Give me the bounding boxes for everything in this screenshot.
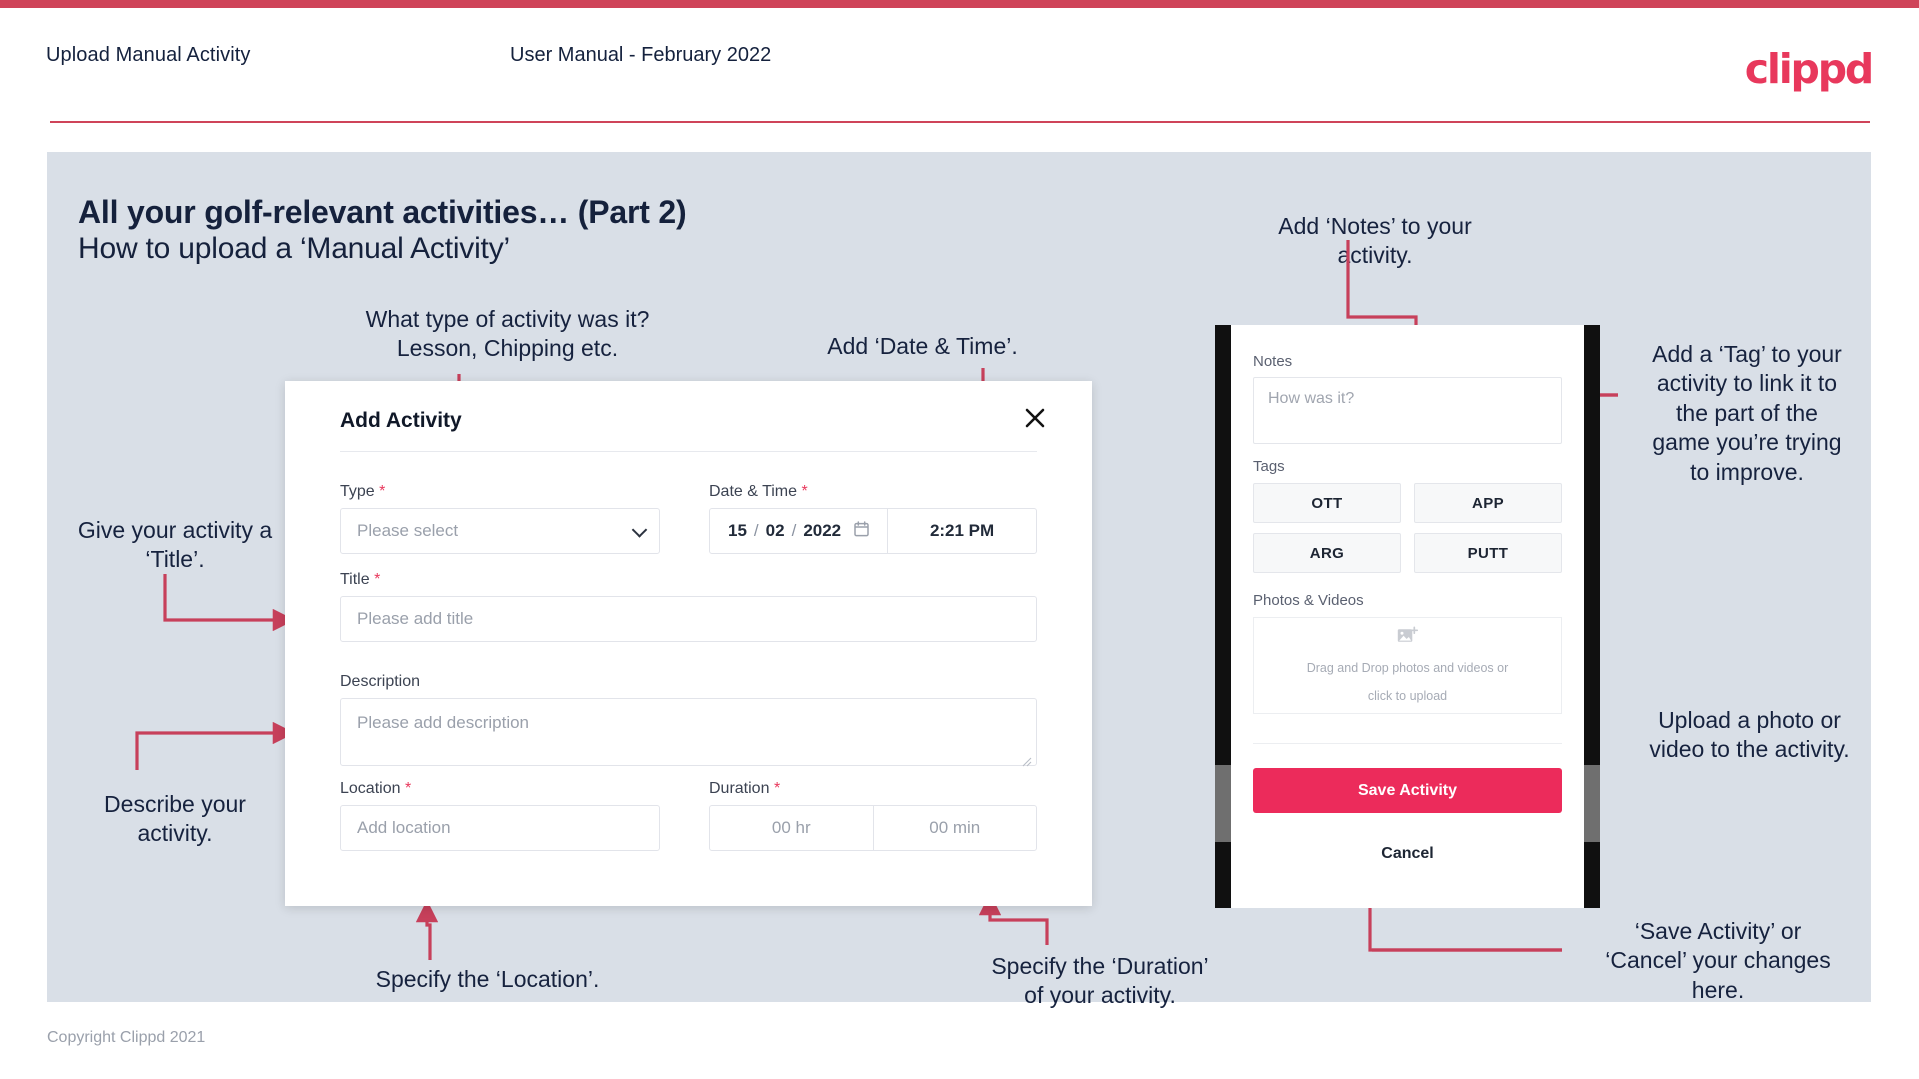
type-label-text: Type	[340, 483, 375, 500]
annotation-title: Give your activity a ‘Title’.	[77, 517, 273, 573]
location-required-mark: *	[404, 780, 412, 797]
top-accent-stripe	[0, 0, 1919, 8]
description-label: Description	[340, 673, 420, 691]
tag-button-arg[interactable]: ARG	[1253, 533, 1401, 573]
tags-label: Tags	[1253, 458, 1285, 475]
phone-screen: Notes How was it? Tags OTT APP ARG PUTT …	[1231, 325, 1584, 908]
chevron-down-icon	[631, 522, 648, 538]
title-input-placeholder: Please add title	[357, 609, 474, 628]
annotation-notes: Add ‘Notes’ to your activity.	[1278, 213, 1472, 269]
datetime-label-text: Date & Time	[709, 483, 798, 500]
date-input[interactable]: 15 / 02 / 2022	[710, 509, 887, 553]
phone-mockup: Notes How was it? Tags OTT APP ARG PUTT …	[1215, 325, 1600, 908]
annotation-tags: Add a ‘Tag’ to your activity to link it …	[1652, 341, 1842, 485]
tag-button-ott[interactable]: OTT	[1253, 483, 1401, 523]
duration-field[interactable]: 00 hr 00 min	[709, 805, 1037, 851]
location-input[interactable]: Add location	[340, 805, 660, 851]
close-icon[interactable]	[1018, 401, 1052, 435]
datetime-label: Date & Time *	[709, 483, 808, 501]
annotation-datetime: Add ‘Date & Time’.	[827, 333, 1018, 359]
resize-handle-icon[interactable]	[1022, 752, 1032, 767]
phone-side-bar-right	[1584, 765, 1600, 842]
date-month: 02	[765, 521, 785, 540]
header-title: Upload Manual Activity	[46, 44, 251, 66]
phone-divider	[1253, 743, 1562, 744]
type-label: Type *	[340, 483, 385, 501]
datetime-required-mark: *	[801, 483, 808, 500]
photos-label: Photos & Videos	[1253, 592, 1364, 609]
title-required-mark: *	[374, 571, 381, 588]
type-required-mark: *	[379, 483, 386, 500]
dropzone-text-line2: click to upload	[1367, 688, 1448, 703]
datetime-field[interactable]: 15 / 02 / 2022 2:21 PM	[709, 508, 1037, 554]
annotation-photos: Upload a photo or video to the activity.	[1649, 707, 1850, 763]
header-divider	[50, 121, 1870, 123]
annotation-type: What type of activity was it? Lesson, Ch…	[365, 306, 650, 362]
annotation-description: Describe your activity.	[104, 791, 246, 847]
page-title: All your golf-relevant activities… (Part…	[78, 194, 687, 230]
duration-label-text: Duration	[709, 780, 770, 797]
tag-button-app[interactable]: APP	[1414, 483, 1562, 523]
date-sep-2: /	[791, 521, 797, 540]
location-input-placeholder: Add location	[357, 818, 451, 837]
page-subtitle: How to upload a ‘Manual Activity’	[78, 232, 510, 265]
slide-page: Upload Manual Activity User Manual - Feb…	[0, 0, 1919, 1079]
duration-minutes-input[interactable]: 00 min	[872, 806, 1037, 850]
title-label: Title *	[340, 571, 380, 589]
description-label-text: Description	[340, 673, 421, 690]
duration-hours-input[interactable]: 00 hr	[710, 806, 873, 850]
annotation-duration: Specify the ‘Duration’ of your activity.	[991, 953, 1209, 1009]
duration-label: Duration *	[709, 780, 780, 798]
save-activity-button[interactable]: Save Activity	[1253, 768, 1562, 813]
tag-button-putt[interactable]: PUTT	[1414, 533, 1562, 573]
type-select-value: Please select	[357, 521, 459, 540]
description-placeholder: Please add description	[357, 713, 530, 732]
date-day: 15	[728, 521, 747, 540]
clippd-logo: clippd	[1744, 45, 1874, 93]
cancel-button[interactable]: Cancel	[1253, 845, 1562, 863]
annotation-location: Specify the ‘Location’.	[375, 966, 600, 992]
dialog-title: Add Activity	[340, 409, 462, 432]
location-label-text: Location	[340, 780, 401, 797]
title-label-text: Title	[340, 571, 370, 588]
notes-input[interactable]: How was it?	[1253, 377, 1562, 444]
duration-required-mark: *	[773, 780, 781, 797]
date-year: 2022	[803, 521, 842, 540]
phone-side-bar-left	[1215, 765, 1231, 842]
location-label: Location *	[340, 780, 411, 798]
annotation-save: ‘Save Activity’ or ‘Cancel’ your changes…	[1605, 918, 1831, 1003]
dropzone-text-line1: Drag and Drop photos and videos or	[1306, 661, 1509, 676]
notes-label: Notes	[1253, 353, 1293, 370]
notes-placeholder: How was it?	[1268, 390, 1355, 407]
dialog-divider	[340, 451, 1037, 452]
header-subtitle: User Manual - February 2022	[510, 44, 772, 66]
calendar-icon[interactable]	[854, 520, 869, 542]
add-image-icon	[1397, 626, 1419, 650]
description-textarea[interactable]: Please add description	[340, 698, 1037, 767]
title-input[interactable]: Please add title	[340, 596, 1037, 642]
copyright-text: Copyright Clippd 2021	[47, 1029, 206, 1046]
photo-dropzone[interactable]: Drag and Drop photos and videos or click…	[1253, 617, 1562, 714]
date-sep-1: /	[753, 521, 759, 540]
type-select[interactable]: Please select	[340, 508, 660, 554]
time-input[interactable]: 2:21 PM	[887, 509, 1036, 553]
add-activity-dialog: Add Activity Type * Please select Date &…	[285, 381, 1092, 906]
